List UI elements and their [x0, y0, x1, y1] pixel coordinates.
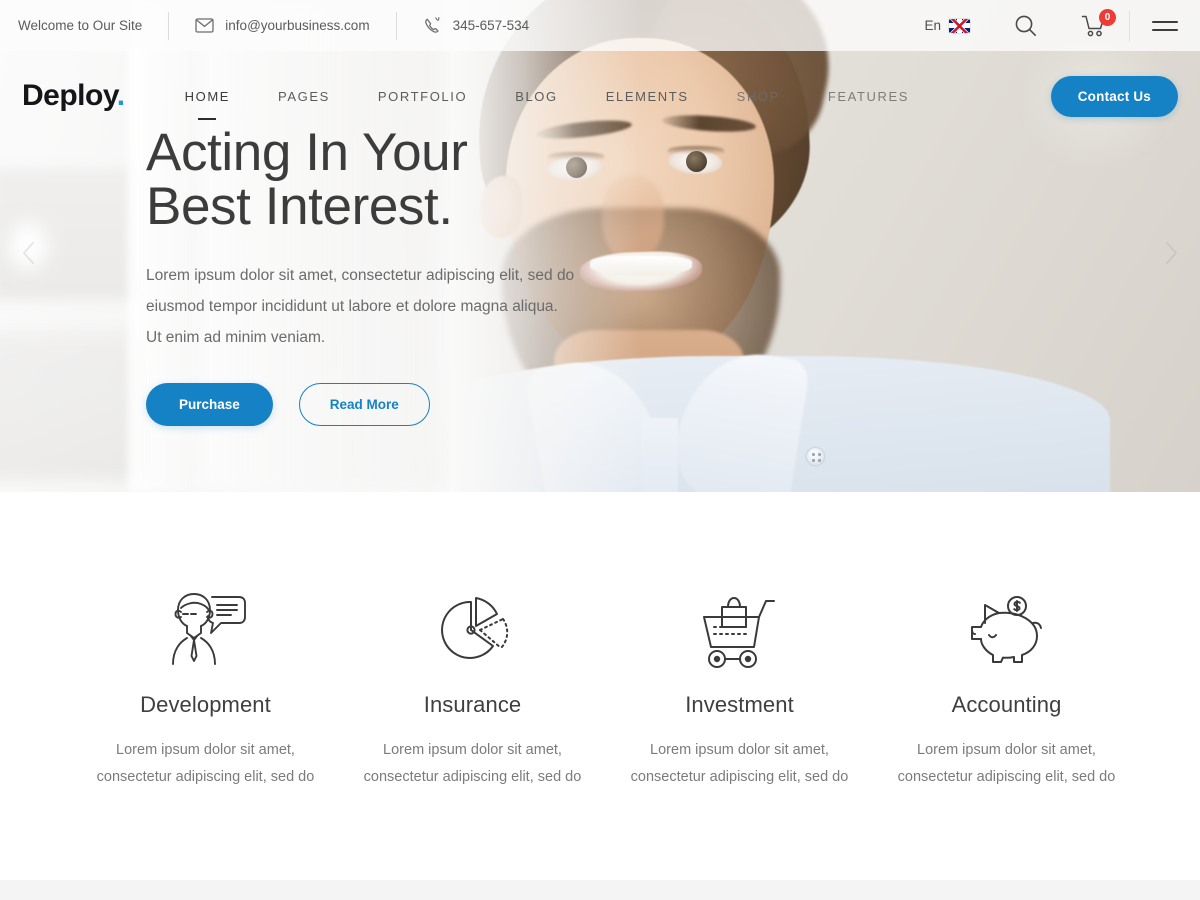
topbar-right-group: En 0	[902, 0, 1200, 51]
site-logo[interactable]: Deploy.	[22, 79, 125, 113]
page-bottom-strip	[0, 880, 1200, 900]
topbar-left-group: Welcome to Our Site info@yourbusiness.co…	[0, 0, 555, 51]
logo-text: Deploy	[22, 79, 117, 112]
email-contact[interactable]: info@yourbusiness.com	[169, 0, 395, 51]
hero-heading: Acting In Your Best Interest.	[146, 123, 468, 237]
nav-item-portfolio[interactable]: PORTFOLIO	[354, 90, 491, 103]
portrait-shirt-button	[807, 448, 824, 465]
nav-menu: HOME PAGES PORTFOLIO BLOG ELEMENTS SHOP …	[161, 90, 933, 103]
phone-icon	[423, 16, 442, 35]
nav-item-elements[interactable]: ELEMENTS	[582, 90, 713, 103]
search-icon	[1015, 15, 1036, 36]
service-description: Lorem ipsum dolor sit amet, consectetur …	[897, 742, 1116, 785]
service-card-development[interactable]: Development Lorem ipsum dolor sit amet, …	[72, 584, 339, 791]
chevron-left-icon	[23, 242, 34, 264]
topbar: Welcome to Our Site info@yourbusiness.co…	[0, 0, 1200, 51]
chevron-right-icon	[1166, 242, 1177, 264]
welcome-message: Welcome to Our Site	[0, 0, 168, 51]
email-text: info@yourbusiness.com	[225, 18, 370, 33]
hamburger-menu-icon	[1152, 20, 1178, 31]
nav-item-pages[interactable]: PAGES	[254, 90, 354, 103]
piggy-bank-icon	[883, 584, 1130, 676]
nav-item-home[interactable]: HOME	[161, 90, 254, 103]
hero-content: Acting In Your Best Interest. Lorem ipsu…	[146, 123, 616, 427]
service-card-investment[interactable]: Investment Lorem ipsum dolor sit amet, c…	[606, 584, 873, 791]
cart-count-badge: 0	[1099, 9, 1116, 26]
welcome-text: Welcome to Our Site	[18, 18, 143, 33]
nav-item-shop[interactable]: SHOP	[713, 90, 804, 103]
nav-item-blog[interactable]: BLOG	[491, 90, 582, 103]
pie-chart-icon	[349, 584, 596, 676]
service-description: Lorem ipsum dolor sit amet, consectetur …	[363, 742, 582, 785]
hero-paragraph: Lorem ipsum dolor sit amet, consectetur …	[146, 267, 575, 347]
hero-button-group: Purchase Read More	[146, 383, 616, 427]
portrait-eyelid-right	[668, 146, 724, 154]
slider-next-arrow[interactable]	[1154, 236, 1188, 270]
service-card-accounting[interactable]: Accounting Lorem ipsum dolor sit amet, c…	[873, 584, 1140, 791]
services-section: Development Lorem ipsum dolor sit amet, …	[0, 492, 1200, 880]
portrait-shirt-placket	[642, 418, 678, 492]
logo-dot: .	[116, 79, 125, 112]
contact-us-button[interactable]: Contact Us	[1050, 75, 1178, 117]
language-selector[interactable]: En	[902, 0, 992, 51]
nav-item-features[interactable]: FEATURES	[804, 90, 933, 103]
service-title: Insurance	[423, 692, 522, 717]
purchase-button[interactable]: Purchase	[146, 383, 273, 427]
service-title: Accounting	[951, 692, 1062, 717]
hamburger-menu-button[interactable]	[1130, 0, 1200, 51]
read-more-button[interactable]: Read More	[298, 383, 430, 427]
shopping-cart-bag-icon	[616, 584, 863, 676]
uk-flag-icon	[949, 18, 970, 33]
phone-contact[interactable]: 345-657-534	[397, 0, 556, 51]
envelope-icon	[195, 18, 214, 33]
portrait-iris-right	[686, 151, 707, 172]
service-title: Development	[140, 692, 271, 717]
hero-slider: Welcome to Our Site info@yourbusiness.co…	[0, 0, 1200, 492]
service-description: Lorem ipsum dolor sit amet, consectetur …	[630, 742, 849, 785]
phone-text: 345-657-534	[452, 18, 530, 33]
service-description: Lorem ipsum dolor sit amet, consectetur …	[96, 742, 315, 785]
consultant-speech-bubble-icon	[82, 584, 329, 676]
slider-prev-arrow[interactable]	[12, 236, 46, 270]
language-label: En	[924, 18, 941, 33]
service-title: Investment	[685, 692, 794, 717]
main-navbar: Deploy. HOME PAGES PORTFOLIO BLOG ELEMEN…	[0, 51, 1200, 141]
cart-button[interactable]: 0	[1059, 0, 1129, 51]
service-card-insurance[interactable]: Insurance Lorem ipsum dolor sit amet, co…	[339, 584, 606, 791]
search-button[interactable]	[992, 0, 1059, 51]
